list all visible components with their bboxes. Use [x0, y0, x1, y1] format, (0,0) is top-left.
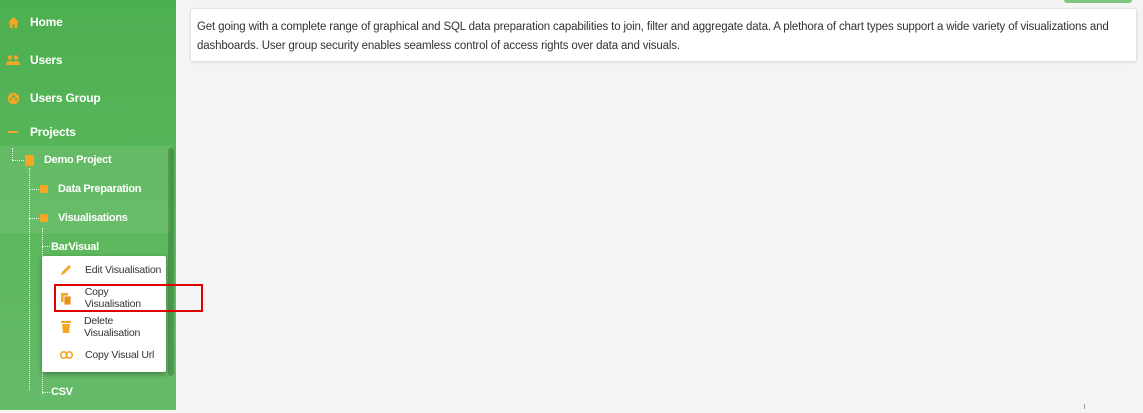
description-card: Get going with a complete range of graph… — [190, 8, 1137, 62]
tree-item-demo-project-label: Demo Project — [44, 154, 112, 166]
menu-item-label: Delete Visualisation — [84, 315, 141, 339]
tree-item-data-preparation[interactable]: Data Preparation — [40, 179, 142, 199]
home-icon — [6, 15, 20, 29]
menu-item-delete-visualisation[interactable]: Delete Visualisation — [42, 314, 166, 340]
nav-users-group[interactable]: Users Group — [0, 87, 101, 109]
menu-item-edit-visualisation[interactable]: Edit Visualisation — [42, 257, 166, 283]
tree-connector — [12, 148, 13, 160]
folder-icon — [40, 185, 48, 193]
nav-projects[interactable]: Projects — [0, 121, 76, 143]
divider-tick — [1084, 404, 1085, 409]
tree-item-barvisual[interactable]: BarVisual — [51, 237, 99, 257]
users-icon — [6, 53, 20, 67]
tree-item-demo-project[interactable]: Demo Project — [25, 150, 112, 170]
link-icon — [59, 348, 73, 362]
folder-icon — [25, 154, 34, 166]
nav-users[interactable]: Users — [0, 49, 63, 71]
tree-item-data-preparation-label: Data Preparation — [58, 183, 142, 195]
nav-projects-label: Projects — [30, 125, 76, 139]
tree-connector — [42, 246, 50, 247]
folder-icon — [40, 214, 48, 222]
sidebar-scrollbar[interactable] — [168, 148, 174, 376]
description-text: Get going with a complete range of graph… — [197, 21, 1109, 52]
nav-users-label: Users — [30, 53, 63, 67]
tree-connector — [42, 392, 50, 393]
nav-home[interactable]: Home — [0, 11, 63, 33]
tree-item-visualisations[interactable]: Visualisations — [40, 208, 128, 228]
tree-connector — [29, 168, 30, 390]
menu-item-label: Copy Visual Url — [85, 349, 155, 361]
tree-connector — [29, 218, 39, 219]
nav-users-group-label: Users Group — [30, 91, 101, 105]
tree-item-visualisations-label: Visualisations — [58, 212, 128, 224]
tree-item-csv[interactable]: CSV — [51, 382, 73, 402]
collapse-minus-icon[interactable] — [6, 125, 20, 139]
pencil-icon — [59, 263, 73, 277]
highlight-box — [54, 284, 203, 312]
context-menu: Edit Visualisation Copy Visualisation De… — [42, 256, 166, 372]
menu-item-copy-visual-url[interactable]: Copy Visual Url — [42, 342, 166, 368]
tree-connector — [29, 189, 39, 190]
tree-connector — [12, 160, 24, 161]
nav-home-label: Home — [30, 15, 63, 29]
tree-item-csv-label: CSV — [51, 386, 73, 398]
tree-item-barvisual-label: BarVisual — [51, 241, 99, 253]
menu-item-label: Edit Visualisation — [85, 264, 162, 276]
top-action-button-edge[interactable] — [1064, 0, 1132, 3]
users-group-icon — [6, 91, 20, 105]
trash-icon — [59, 320, 72, 334]
divider-tick — [71, 404, 72, 409]
